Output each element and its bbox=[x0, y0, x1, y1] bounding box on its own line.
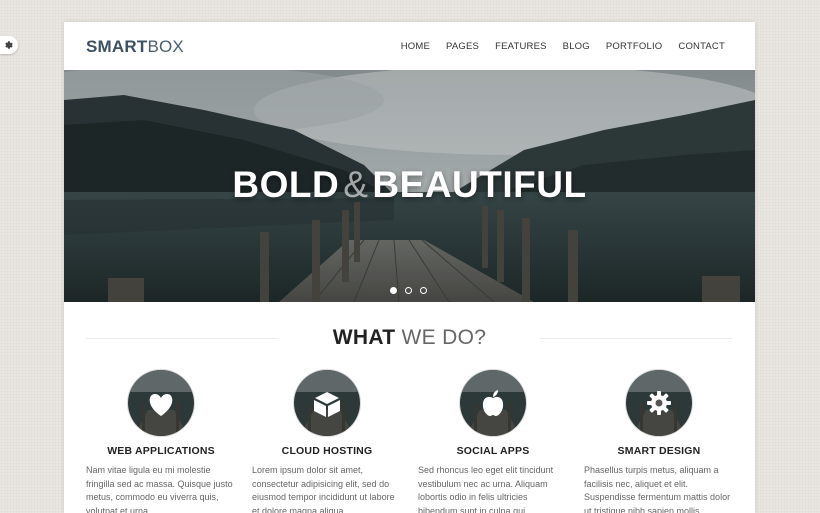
feature-title: CLOUD HOSTING bbox=[281, 445, 373, 457]
slider-dots bbox=[390, 287, 427, 294]
gear-icon bbox=[647, 391, 671, 415]
hero-title: BOLD & BEAUTIFUL bbox=[232, 164, 587, 205]
feature-text: Sed rhoncus leo eget elit tincidunt vest… bbox=[418, 465, 554, 513]
feature-title: WEB APPLICATIONS bbox=[107, 445, 215, 457]
slider-dot-1[interactable] bbox=[390, 287, 397, 294]
feature-image[interactable] bbox=[128, 370, 194, 436]
settings-toggle[interactable] bbox=[0, 36, 18, 54]
nav-portfolio[interactable]: PORTFOLIO bbox=[606, 41, 663, 52]
feature-text: Lorem ipsum dolor sit amet, consectetur … bbox=[252, 465, 395, 513]
slider-dot-2[interactable] bbox=[405, 287, 412, 294]
feature-smart-design: SMART DESIGN Phasellus turpis metus, ali… bbox=[584, 370, 734, 513]
nav-features[interactable]: FEATURES bbox=[495, 41, 547, 52]
nav-pages[interactable]: PAGES bbox=[446, 41, 479, 52]
feature-cloud-hosting: CLOUD HOSTING Lorem ipsum dolor sit amet… bbox=[252, 370, 402, 513]
feature-image[interactable] bbox=[460, 370, 526, 436]
site-logo[interactable]: SMARTBOX bbox=[86, 37, 184, 57]
nav-contact[interactable]: CONTACT bbox=[678, 41, 725, 52]
gear-icon bbox=[5, 41, 13, 49]
main-nav: HOME PAGES FEATURES BLOG PORTFOLIO CONTA… bbox=[385, 41, 725, 52]
site-header: SMARTBOX HOME PAGES FEATURES BLOG PORTFO… bbox=[64, 22, 755, 70]
feature-text: Nam vitae ligula eu mi molestie fringill… bbox=[86, 465, 233, 513]
feature-image[interactable] bbox=[294, 370, 360, 436]
feature-image[interactable] bbox=[626, 370, 692, 436]
feature-web-applications: WEB APPLICATIONS Nam vitae ligula eu mi … bbox=[86, 370, 236, 513]
feature-title: SMART DESIGN bbox=[617, 445, 701, 457]
feature-social-apps: SOCIAL APPS Sed rhoncus leo eget elit ti… bbox=[418, 370, 568, 513]
nav-blog[interactable]: BLOG bbox=[563, 41, 590, 52]
hero-slider[interactable]: BOLD & BEAUTIFUL bbox=[64, 70, 755, 302]
nav-home[interactable]: HOME bbox=[401, 41, 430, 52]
page-container: SMARTBOX HOME PAGES FEATURES BLOG PORTFO… bbox=[64, 22, 755, 513]
feature-title: SOCIAL APPS bbox=[456, 445, 530, 457]
section-title: WHAT WE DO? bbox=[332, 326, 487, 349]
slider-dot-3[interactable] bbox=[420, 287, 427, 294]
feature-text: Phasellus turpis metus, aliquam a facili… bbox=[584, 465, 731, 513]
